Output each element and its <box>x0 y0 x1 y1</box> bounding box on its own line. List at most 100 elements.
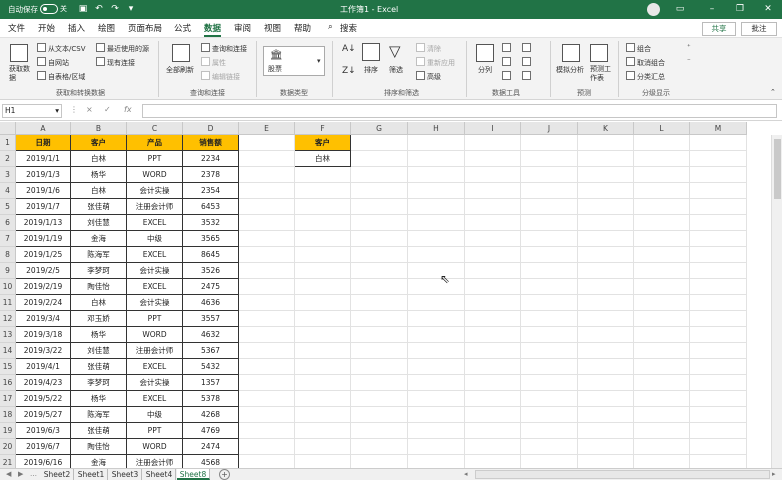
grid-cell[interactable] <box>351 199 408 215</box>
table-cell[interactable]: 杨华 <box>71 167 127 183</box>
table-cell[interactable]: 2019/1/13 <box>16 215 71 231</box>
tab-page-layout[interactable]: 页面布局 <box>128 22 162 37</box>
grid-cell[interactable] <box>408 295 465 311</box>
grid-cell[interactable] <box>521 135 578 151</box>
remove-duplicates-icon[interactable] <box>502 57 513 67</box>
table-cell[interactable]: 陈海军 <box>71 247 127 263</box>
next-sheet-icon[interactable]: ▶ <box>18 470 23 478</box>
tab-home[interactable]: 开始 <box>38 22 55 37</box>
grid-cell[interactable] <box>465 215 521 231</box>
search-label[interactable]: 搜索 <box>340 22 357 37</box>
hide-detail-icon[interactable]: ⁻ <box>687 57 691 65</box>
grid-cell[interactable] <box>239 359 295 375</box>
grid-cell[interactable] <box>690 263 747 279</box>
grid-cell[interactable] <box>408 391 465 407</box>
table-cell[interactable]: PPT <box>127 423 183 439</box>
row-header[interactable]: 4 <box>0 183 16 199</box>
grid-cell[interactable] <box>239 231 295 247</box>
data-validation-icon[interactable] <box>502 71 513 81</box>
column-header[interactable]: K <box>578 122 634 135</box>
grid-cell[interactable] <box>351 151 408 167</box>
grid-cell[interactable] <box>521 343 578 359</box>
grid-cell[interactable] <box>578 135 634 151</box>
grid-cell[interactable] <box>690 247 747 263</box>
table-cell[interactable]: 2019/6/3 <box>16 423 71 439</box>
row-header[interactable]: 2 <box>0 151 16 167</box>
reapply-button[interactable]: 重新应用 <box>416 57 455 68</box>
table-cell[interactable]: 邓玉娇 <box>71 311 127 327</box>
grid-cell[interactable] <box>408 215 465 231</box>
table-cell[interactable]: 2019/6/7 <box>16 439 71 455</box>
grid-cell[interactable] <box>578 311 634 327</box>
table-cell[interactable]: 3565 <box>183 231 239 247</box>
grid-cell[interactable] <box>239 375 295 391</box>
grid-cell[interactable] <box>295 199 351 215</box>
grid-cell[interactable] <box>690 359 747 375</box>
criteria-value-cell[interactable]: 白林 <box>295 151 351 167</box>
grid-cell[interactable] <box>634 375 690 391</box>
table-cell[interactable]: 张佳萌 <box>71 423 127 439</box>
grid-cell[interactable] <box>295 407 351 423</box>
grid-cell[interactable] <box>634 247 690 263</box>
column-header[interactable]: E <box>239 122 295 135</box>
grid-cell[interactable] <box>351 263 408 279</box>
grid-cell[interactable] <box>578 199 634 215</box>
table-cell[interactable]: 2475 <box>183 279 239 295</box>
table-cell[interactable]: 白林 <box>71 183 127 199</box>
filter-icon[interactable]: ▽ <box>389 42 401 60</box>
grid-cell[interactable] <box>465 279 521 295</box>
row-header[interactable]: 11 <box>0 295 16 311</box>
row-header[interactable]: 3 <box>0 167 16 183</box>
grid-cell[interactable] <box>465 423 521 439</box>
grid-cell[interactable] <box>295 231 351 247</box>
grid-cell[interactable] <box>408 343 465 359</box>
grid-cell[interactable] <box>521 327 578 343</box>
table-cell[interactable]: 注册会计师 <box>127 455 183 468</box>
grid-cell[interactable] <box>239 439 295 455</box>
grid-cell[interactable] <box>408 327 465 343</box>
table-cell[interactable]: 6453 <box>183 199 239 215</box>
grid-cell[interactable] <box>634 199 690 215</box>
grid-cell[interactable] <box>351 359 408 375</box>
grid-cell[interactable] <box>239 343 295 359</box>
row-header[interactable]: 14 <box>0 343 16 359</box>
insert-function-icon[interactable]: fx <box>124 105 132 114</box>
criteria-header-cell[interactable]: 客户 <box>295 135 351 151</box>
grid-cell[interactable] <box>351 327 408 343</box>
table-cell[interactable]: EXCEL <box>127 359 183 375</box>
table-cell[interactable]: 3532 <box>183 215 239 231</box>
grid-cell[interactable] <box>408 311 465 327</box>
table-cell[interactable]: 陶佳怡 <box>71 439 127 455</box>
sheet-tab[interactable]: Sheet8 <box>177 469 210 480</box>
grid-cell[interactable] <box>578 167 634 183</box>
tab-data[interactable]: 数据 <box>204 22 222 37</box>
table-cell[interactable]: 2019/6/16 <box>16 455 71 468</box>
column-header[interactable]: I <box>465 122 521 135</box>
grid-cell[interactable] <box>521 247 578 263</box>
grid-cell[interactable] <box>690 279 747 295</box>
horizontal-scrollbar[interactable] <box>475 470 770 479</box>
table-cell[interactable]: 中级 <box>127 231 183 247</box>
table-cell[interactable]: EXCEL <box>127 247 183 263</box>
customize-icon[interactable]: ▾ <box>124 2 138 16</box>
grid-cell[interactable] <box>295 183 351 199</box>
table-cell[interactable]: 刘佳慧 <box>71 343 127 359</box>
grid-cell[interactable] <box>239 311 295 327</box>
tab-insert[interactable]: 插入 <box>68 22 85 37</box>
from-table-button[interactable]: 自表格/区域 <box>37 71 85 82</box>
table-cell[interactable]: 李梦珂 <box>71 263 127 279</box>
grid-cell[interactable] <box>578 247 634 263</box>
table-cell[interactable]: 4632 <box>183 327 239 343</box>
grid-cell[interactable] <box>521 231 578 247</box>
table-cell[interactable]: 李梦珂 <box>71 375 127 391</box>
table-cell[interactable]: 2019/1/25 <box>16 247 71 263</box>
column-header[interactable]: L <box>634 122 690 135</box>
grid-cell[interactable] <box>465 391 521 407</box>
grid-cell[interactable] <box>239 135 295 151</box>
row-header[interactable]: 5 <box>0 199 16 215</box>
queries-connections-button[interactable]: 查询和连接 <box>201 43 247 54</box>
table-cell[interactable]: PPT <box>127 151 183 167</box>
table-cell[interactable]: 5432 <box>183 359 239 375</box>
ungroup-button[interactable]: 取消组合 <box>626 57 665 68</box>
grid-cell[interactable] <box>408 455 465 468</box>
